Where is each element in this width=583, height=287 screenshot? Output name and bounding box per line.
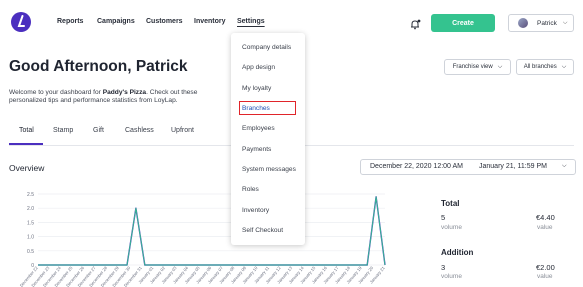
menu-item-employees[interactable]: Employees xyxy=(242,125,275,132)
tab-total[interactable]: Total xyxy=(19,127,34,134)
stat-total-amount: €4.40 xyxy=(536,213,555,222)
user-menu-button[interactable]: Patrick ⌵ xyxy=(508,14,574,32)
series-line-0 xyxy=(38,196,386,266)
y-tick-label: 0.5 xyxy=(27,249,34,255)
stat-total-amount-label: value xyxy=(537,224,553,231)
stat-addition-count: 3 xyxy=(441,263,446,272)
date-start: December 22, 2020 12:00 AM xyxy=(370,163,464,170)
branches-dropdown[interactable]: All branches ⌵ xyxy=(516,59,574,75)
tab-cashless[interactable]: Cashless xyxy=(125,127,154,134)
menu-item-payments[interactable]: Payments xyxy=(242,146,271,153)
tab-upfront[interactable]: Upfront xyxy=(171,127,194,134)
bell-icon[interactable] xyxy=(410,17,421,35)
overview-line-chart: 2.52.01.51.00.50December 22December 23De… xyxy=(19,192,386,287)
date-end: January 21, 11:59 PM xyxy=(479,163,547,170)
menu-item-app-design[interactable]: App design xyxy=(242,64,275,71)
date-range-picker[interactable]: December 22, 2020 12:00 AM January 21, 1… xyxy=(360,159,576,175)
y-tick-label: 2.0 xyxy=(27,206,34,212)
menu-item-roles[interactable]: Roles xyxy=(242,186,259,193)
create-button[interactable]: Create xyxy=(431,14,495,32)
tab-stamp[interactable]: Stamp xyxy=(53,127,73,134)
series-line-1 xyxy=(38,196,386,266)
stat-total-count-label: volume xyxy=(441,224,462,231)
y-tick-label: 1.5 xyxy=(27,220,34,226)
nav-inventory[interactable]: Inventory xyxy=(194,18,226,25)
chevron-down-icon: ⌵ xyxy=(562,19,568,26)
overview-title: Overview xyxy=(9,163,45,173)
nav-reports[interactable]: Reports xyxy=(57,18,83,25)
menu-item-my-loyalty[interactable]: My loyalty xyxy=(242,85,271,92)
user-name: Patrick xyxy=(537,19,557,27)
menu-item-company-details[interactable]: Company details xyxy=(242,44,291,51)
page-title: Good Afternoon, Patrick xyxy=(9,58,188,75)
menu-item-self-checkout[interactable]: Self Checkout xyxy=(242,227,283,234)
settings-dropdown-menu: Company details App design My loyalty Br… xyxy=(231,33,305,245)
menu-item-branches[interactable]: Branches xyxy=(242,105,270,112)
menu-item-inventory[interactable]: Inventory xyxy=(242,207,269,214)
menu-item-system-messages[interactable]: System messages xyxy=(242,166,296,173)
loylap-logo[interactable] xyxy=(11,12,31,32)
nav-campaigns[interactable]: Campaigns xyxy=(97,18,135,25)
stat-total-count: 5 xyxy=(441,213,446,222)
tab-gift[interactable]: Gift xyxy=(93,127,104,134)
franchise-view-dropdown[interactable]: Franchise view ⌵ xyxy=(444,59,511,75)
y-tick-label: 2.5 xyxy=(27,192,34,198)
nav-customers[interactable]: Customers xyxy=(146,18,183,25)
stat-addition-amount: €2.00 xyxy=(536,263,555,272)
chevron-down-icon: ⌵ xyxy=(562,163,567,169)
stat-addition-count-label: volume xyxy=(441,273,462,280)
y-tick-label: 1.0 xyxy=(27,235,34,241)
nav-settings[interactable]: Settings xyxy=(237,18,265,25)
chevron-down-icon: ⌵ xyxy=(497,63,503,70)
chevron-down-icon: ⌵ xyxy=(561,63,567,70)
welcome-text: Welcome to your dashboard for Paddy's Pi… xyxy=(9,89,198,105)
avatar xyxy=(518,18,528,28)
stat-addition-amount-label: value xyxy=(537,273,553,280)
stat-total-title: Total xyxy=(441,199,460,208)
stat-addition-title: Addition xyxy=(441,248,474,257)
